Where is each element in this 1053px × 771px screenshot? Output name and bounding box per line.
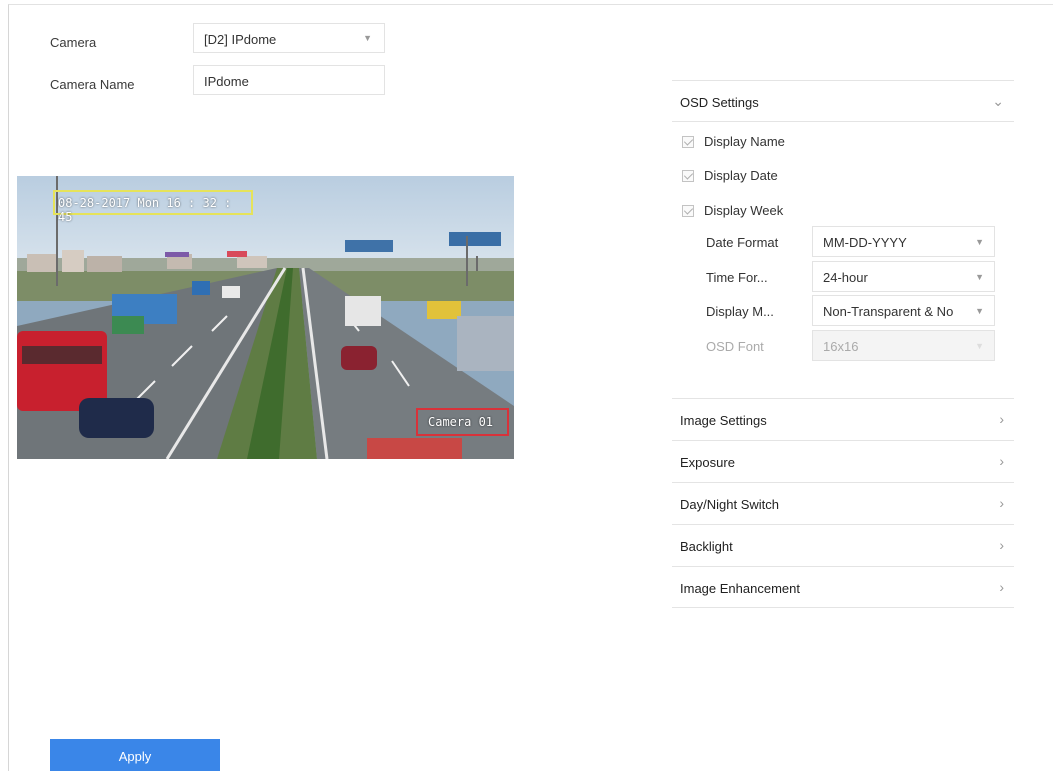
display-mode-value: Non-Transparent & No bbox=[823, 304, 954, 319]
checkbox-icon bbox=[682, 136, 694, 148]
checkbox-icon bbox=[682, 170, 694, 182]
time-format-value: 24-hour bbox=[823, 270, 868, 285]
time-format-select[interactable]: 24-hour ▼ bbox=[812, 261, 995, 292]
display-name-checkbox[interactable]: Display Name bbox=[682, 134, 785, 149]
osd-font-value: 16x16 bbox=[823, 339, 859, 354]
chevron-right-icon: › bbox=[999, 579, 1004, 595]
chevron-down-icon: ▼ bbox=[975, 272, 984, 282]
camera-name-label: Camera Name bbox=[50, 77, 135, 92]
display-mode-select[interactable]: Non-Transparent & No ▼ bbox=[812, 295, 995, 326]
date-format-select[interactable]: MM-DD-YYYY ▼ bbox=[812, 226, 995, 257]
date-format-label: Date Format bbox=[706, 235, 779, 250]
display-week-label: Display Week bbox=[704, 203, 784, 218]
osd-settings-header[interactable]: OSD Settings ⌄ bbox=[672, 80, 1014, 122]
osd-font-select: 16x16 ▼ bbox=[812, 330, 995, 361]
display-date-label: Display Date bbox=[704, 168, 778, 183]
section-day-night-switch[interactable]: Day/Night Switch › bbox=[672, 482, 1014, 524]
chevron-right-icon: › bbox=[999, 495, 1004, 511]
chevron-right-icon: › bbox=[999, 411, 1004, 427]
osd-settings-title: OSD Settings bbox=[680, 95, 759, 110]
display-week-checkbox[interactable]: Display Week bbox=[682, 203, 783, 218]
chevron-down-icon: ▼ bbox=[975, 237, 984, 247]
section-image-settings[interactable]: Image Settings › bbox=[672, 398, 1014, 440]
chevron-down-icon: ▼ bbox=[975, 306, 984, 316]
camera-name-value: IPdome bbox=[204, 74, 249, 89]
osd-settings-body: Display Name Display Date Display Week D… bbox=[672, 122, 1014, 398]
checkbox-icon bbox=[682, 205, 694, 217]
live-preview[interactable]: 08-28-2017 Mon 16 : 32 : 45 Camera 01 bbox=[17, 176, 514, 459]
camera-label: Camera bbox=[50, 35, 97, 50]
osd-date-overlay[interactable]: 08-28-2017 Mon 16 : 32 : 45 bbox=[53, 190, 253, 224]
display-name-label: Display Name bbox=[704, 134, 785, 149]
camera-select[interactable]: [D2] IPdome ▼ bbox=[193, 23, 385, 53]
time-format-label: Time For... bbox=[706, 270, 768, 285]
camera-name-input[interactable]: IPdome bbox=[193, 65, 385, 95]
section-image-enhancement[interactable]: Image Enhancement › bbox=[672, 566, 1014, 608]
chevron-down-icon: ▼ bbox=[975, 341, 984, 351]
camera-select-value: [D2] IPdome bbox=[204, 32, 277, 47]
section-label: Backlight bbox=[680, 539, 733, 554]
section-exposure[interactable]: Exposure › bbox=[672, 440, 1014, 482]
section-label: Day/Night Switch bbox=[680, 497, 779, 512]
osd-font-label: OSD Font bbox=[706, 339, 764, 354]
chevron-right-icon: › bbox=[999, 537, 1004, 553]
section-label: Image Settings bbox=[680, 413, 767, 428]
display-date-checkbox[interactable]: Display Date bbox=[682, 168, 778, 183]
chevron-down-icon: ⌄ bbox=[992, 93, 1004, 109]
section-label: Exposure bbox=[680, 455, 735, 470]
settings-sections: Image Settings › Exposure › Day/Night Sw… bbox=[672, 398, 1014, 608]
date-format-value: MM-DD-YYYY bbox=[823, 235, 907, 250]
chevron-down-icon: ▼ bbox=[363, 33, 372, 43]
osd-name-overlay[interactable]: Camera 01 bbox=[416, 408, 509, 436]
section-backlight[interactable]: Backlight › bbox=[672, 524, 1014, 566]
section-label: Image Enhancement bbox=[680, 581, 800, 596]
display-mode-label: Display M... bbox=[706, 304, 774, 319]
chevron-right-icon: › bbox=[999, 453, 1004, 469]
settings-panel: OSD Settings ⌄ Display Name Display Date… bbox=[672, 80, 1014, 608]
apply-button[interactable]: Apply bbox=[50, 739, 220, 771]
